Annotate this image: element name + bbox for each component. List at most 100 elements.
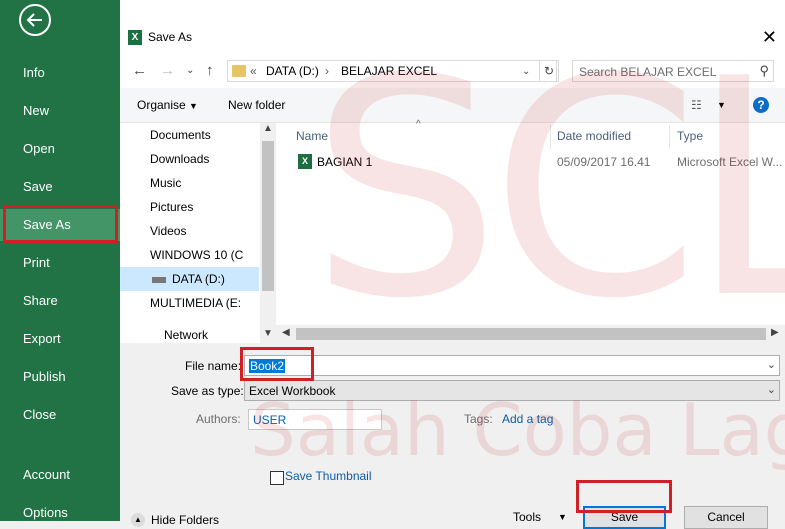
nav-pane-music[interactable]: ♪ Music [150,171,260,195]
hide-folders-icon[interactable]: ▲ [131,513,145,527]
file-list-scroll-thumb[interactable] [296,328,766,340]
nav-new[interactable]: New [0,95,120,127]
close-icon[interactable]: ✕ [762,26,777,48]
sort-up-icon: ^ [416,119,421,130]
nav-print[interactable]: Print [0,247,120,279]
dialog-toolbar: Organise ▼ New folder ☷ ▼ ? [120,88,785,123]
save-type-select[interactable]: Excel Workbook ⌄ [244,380,780,401]
tools-button[interactable]: Tools [513,510,541,524]
drive-icon [152,277,166,283]
nav-share[interactable]: Share [0,285,120,317]
save-type-label: Save as type: [171,384,244,398]
breadcrumb-data-drive[interactable]: DATA (D:) [266,64,319,78]
address-dropdown-icon[interactable]: ⌄ [522,66,530,77]
view-options-icon[interactable]: ☷ [691,98,702,112]
breadcrumb-separator: › [325,64,329,78]
save-form: File name: Book2 ⌄ Save as type: Excel W… [120,343,785,529]
save-type-value: Excel Workbook [249,384,336,398]
save-thumbnail-checkbox[interactable] [270,471,284,485]
address-bar[interactable]: « DATA (D:) › BELAJAR EXCEL ⌄ [227,60,557,82]
dialog-title: Save As [148,30,193,44]
nav-pane-multimedia-e[interactable]: MULTIMEDIA (E: [150,291,260,315]
nav-pane-pictures[interactable]: Pictures [150,195,260,219]
scroll-right-icon[interactable]: ▶ [771,327,779,338]
organise-button[interactable]: Organise ▼ [137,98,198,112]
nav-pane-documents[interactable]: Documents [150,123,260,147]
address-row: ← → ⌄ ↑ « DATA (D:) › BELAJAR EXCEL ⌄ ↻ … [120,54,785,88]
save-as-dialog: X Save As ✕ ← → ⌄ ↑ « DATA (D:) › BELAJA… [120,22,785,529]
breadcrumb-belajar-excel[interactable]: BELAJAR EXCEL [341,64,437,78]
nav-open[interactable]: Open [0,133,120,165]
nav-pane-scroll-thumb[interactable] [262,141,274,291]
nav-pane-windows-c[interactable]: WINDOWS 10 (C [150,243,260,267]
nav-pane-label: Network [164,328,209,342]
nav-save[interactable]: Save [0,171,120,203]
folder-icon [232,65,246,77]
file-date-cell: 05/09/2017 16.41 [557,155,651,169]
nav-pane-videos[interactable]: Videos [150,219,260,243]
file-name-cell: BAGIAN 1 [317,155,373,169]
excel-icon: X [128,30,142,45]
nav-pane-label: MULTIMEDIA (E: [150,296,242,310]
nav-pane-scrollbar[interactable]: ▲ ▼ [260,123,276,343]
backstage-sidebar: Info New Open Save Save As Print Share E… [0,0,120,521]
column-type[interactable]: Type [677,129,703,143]
nav-save-as[interactable]: Save As [0,209,120,241]
scroll-down-icon[interactable]: ▼ [263,328,273,339]
nav-publish[interactable]: Publish [0,361,120,393]
nav-pane-label: Downloads [150,152,210,166]
nav-options[interactable]: Options [0,497,120,529]
organise-label: Organise [137,98,186,112]
file-list-scrollbar[interactable]: ◀ ▶ [276,325,785,343]
nav-account[interactable]: Account [0,459,120,491]
scroll-up-icon[interactable]: ▲ [263,123,273,134]
nav-pane-downloads[interactable]: ⬇ Downloads [150,147,260,171]
back-arrow-icon [26,13,42,27]
nav-pane-label: Pictures [150,200,194,214]
file-name-input[interactable]: Book2 ⌄ [244,355,780,376]
up-arrow-icon[interactable]: ↑ [206,62,214,79]
search-placeholder: Search BELAJAR EXCEL [579,65,717,79]
excel-file-icon: X [298,154,312,169]
help-icon[interactable]: ? [753,97,769,113]
forward-nav-icon[interactable]: → [160,62,175,79]
nav-pane-label: Documents [150,128,211,142]
scroll-left-icon[interactable]: ◀ [282,327,290,338]
refresh-icon[interactable]: ↻ [539,60,559,82]
file-type-cell: Microsoft Excel W... [677,155,783,169]
backstage-top-strip [120,0,785,23]
back-button[interactable] [19,4,51,36]
file-name-dropdown-icon[interactable]: ⌄ [767,358,776,371]
nav-close[interactable]: Close [0,399,120,431]
back-nav-icon[interactable]: ← [132,62,147,79]
column-separator[interactable] [669,125,670,149]
search-box[interactable]: Search BELAJAR EXCEL ⚲ [572,60,774,82]
tags-field[interactable]: Add a tag [502,412,553,426]
authors-field[interactable]: USER [248,409,382,430]
column-separator[interactable] [550,125,551,149]
address-prefix: « [250,64,257,78]
organise-dropdown-icon: ▼ [189,101,198,111]
save-type-dropdown-icon[interactable]: ⌄ [767,383,776,396]
save-button[interactable]: Save [583,506,666,529]
column-date-modified[interactable]: Date modified [557,129,631,143]
nav-export[interactable]: Export [0,323,120,355]
file-list: Name ^ Date modified Type X BAGIAN 1 05/… [276,119,785,343]
view-dropdown-icon[interactable]: ▼ [717,100,726,110]
hide-folders-button[interactable]: Hide Folders [151,513,219,527]
file-row[interactable]: X BAGIAN 1 05/09/2017 16.41 Microsoft Ex… [276,151,785,173]
recent-chevron-icon[interactable]: ⌄ [186,65,194,76]
nav-info[interactable]: Info [0,57,120,89]
column-name[interactable]: Name [296,129,328,143]
authors-label: Authors: [196,412,241,426]
cancel-button[interactable]: Cancel [684,506,768,529]
dialog-titlebar: X Save As ✕ [120,22,785,54]
nav-pane-data-d[interactable]: DATA (D:) [120,267,259,291]
file-name-label: File name: [185,359,242,373]
nav-pane-label: Music [150,176,182,190]
new-folder-button[interactable]: New folder [228,98,285,112]
file-name-value: Book2 [249,359,286,373]
search-icon: ⚲ [759,63,769,78]
authors-value: USER [253,413,287,427]
tags-label: Tags: [464,412,493,426]
